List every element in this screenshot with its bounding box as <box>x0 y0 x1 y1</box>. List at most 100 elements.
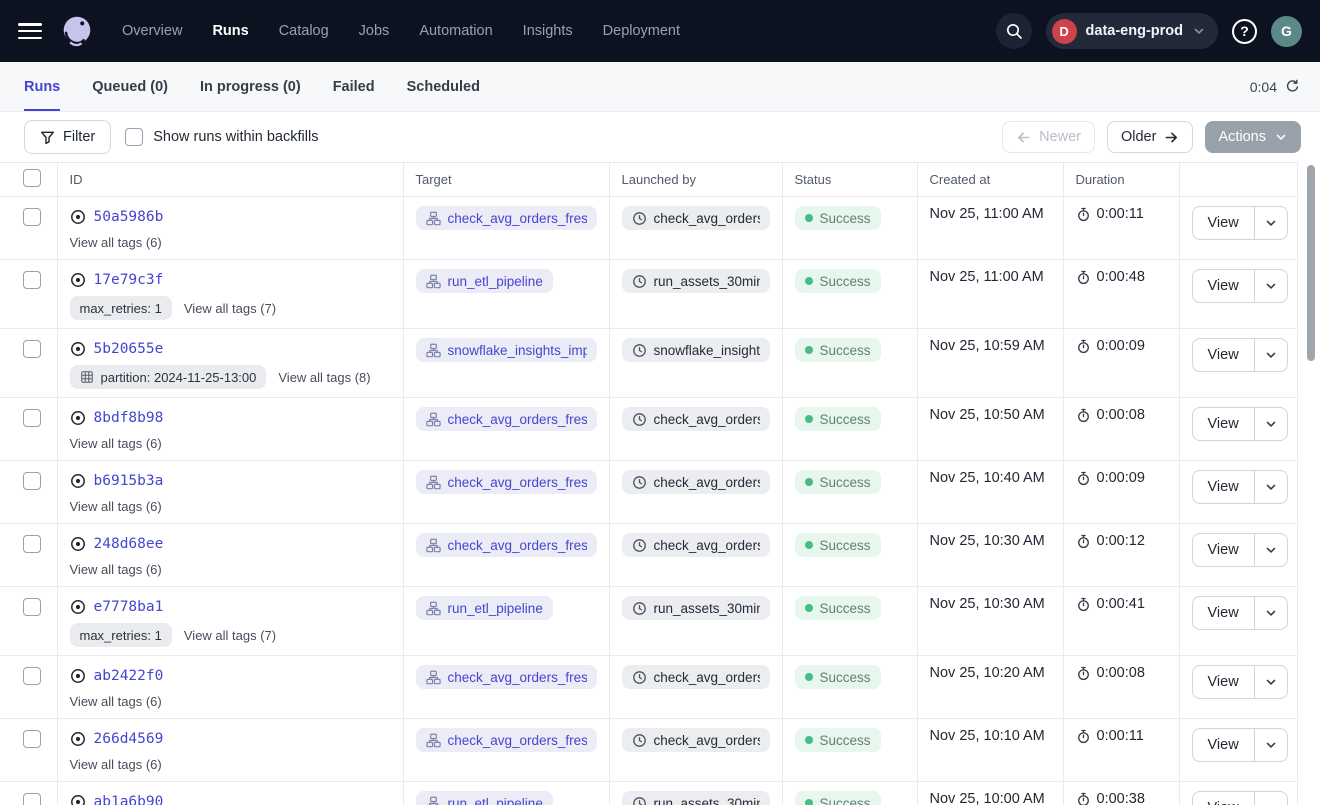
run-tag-pill[interactable]: max_retries: 1 <box>70 296 172 320</box>
target-chip[interactable]: snowflake_insights_import <box>416 338 597 362</box>
run-id-link[interactable]: 8bdf8b98 <box>94 410 164 426</box>
view-dropdown-button[interactable] <box>1254 471 1287 503</box>
view-button[interactable]: View <box>1193 339 1254 371</box>
nav-item-runs[interactable]: Runs <box>212 23 248 39</box>
row-checkbox[interactable] <box>23 472 41 490</box>
older-button[interactable]: Older <box>1107 121 1193 153</box>
row-checkbox[interactable] <box>23 535 41 553</box>
target-chip[interactable]: run_etl_pipeline <box>416 269 553 293</box>
nav-item-catalog[interactable]: Catalog <box>279 23 329 39</box>
dagster-logo-icon[interactable] <box>58 12 96 50</box>
row-checkbox[interactable] <box>23 271 41 289</box>
view-all-tags-link[interactable]: View all tags (6) <box>70 499 162 514</box>
run-tag-pill[interactable]: max_retries: 1 <box>70 623 172 647</box>
launched-by-chip[interactable]: check_avg_orders_f… <box>622 470 770 494</box>
target-chip[interactable]: check_avg_orders_freshne <box>416 407 597 431</box>
tab-failed[interactable]: Failed <box>333 62 375 111</box>
hamburger-menu-icon[interactable] <box>18 23 42 39</box>
view-dropdown-button[interactable] <box>1254 792 1287 805</box>
launched-by-chip[interactable]: run_assets_30min <box>622 791 770 805</box>
view-button[interactable]: View <box>1193 666 1254 698</box>
run-id-link[interactable]: b6915b3a <box>94 473 164 489</box>
select-all-checkbox[interactable] <box>23 169 41 187</box>
run-id-link[interactable]: 50a5986b <box>94 209 164 225</box>
view-button[interactable]: View <box>1193 207 1254 239</box>
view-all-tags-link[interactable]: View all tags (6) <box>70 694 162 709</box>
launched-by-chip[interactable]: run_assets_30min <box>622 269 770 293</box>
row-checkbox[interactable] <box>23 793 41 805</box>
actions-button-label: Actions <box>1218 129 1266 145</box>
view-all-tags-link[interactable]: View all tags (6) <box>70 757 162 772</box>
launched-by-chip[interactable]: check_avg_orders_f… <box>622 728 770 752</box>
nav-item-jobs[interactable]: Jobs <box>359 23 390 39</box>
run-tag-pill[interactable]: partition: 2024-11-25-13:00 <box>70 365 267 389</box>
target-chip[interactable]: check_avg_orders_freshne <box>416 470 597 494</box>
target-chip[interactable]: run_etl_pipeline <box>416 791 553 805</box>
tab-runs[interactable]: Runs <box>24 62 60 111</box>
run-id-link[interactable]: 5b20655e <box>94 341 164 357</box>
run-id-link[interactable]: e7778ba1 <box>94 599 164 615</box>
row-checkbox[interactable] <box>23 208 41 226</box>
help-icon[interactable]: ? <box>1232 19 1257 44</box>
launched-by-chip[interactable]: check_avg_orders_f… <box>622 665 770 689</box>
asset-graph-icon <box>426 538 441 553</box>
deployment-switcher[interactable]: D data-eng-prod <box>1046 13 1218 49</box>
run-id-link[interactable]: ab2422f0 <box>94 668 164 684</box>
user-avatar[interactable]: G <box>1271 16 1302 47</box>
launched-by-chip[interactable]: snowflake_insights_… <box>622 338 770 362</box>
target-chip[interactable]: check_avg_orders_freshne <box>416 665 597 689</box>
launched-by-chip[interactable]: check_avg_orders_f… <box>622 206 770 230</box>
target-chip[interactable]: check_avg_orders_freshne <box>416 728 597 752</box>
nav-item-deployment[interactable]: Deployment <box>603 23 680 39</box>
view-button[interactable]: View <box>1193 270 1254 302</box>
run-id-link[interactable]: 248d68ee <box>94 536 164 552</box>
tab-in-progress-0[interactable]: In progress (0) <box>200 62 301 111</box>
tab-queued-0[interactable]: Queued (0) <box>92 62 168 111</box>
row-checkbox[interactable] <box>23 667 41 685</box>
search-button[interactable] <box>996 13 1032 49</box>
view-button[interactable]: View <box>1193 729 1254 761</box>
view-dropdown-button[interactable] <box>1254 270 1287 302</box>
view-all-tags-link[interactable]: View all tags (6) <box>70 562 162 577</box>
target-chip[interactable]: check_avg_orders_freshne <box>416 533 597 557</box>
target-chip[interactable]: run_etl_pipeline <box>416 596 553 620</box>
target-chip[interactable]: check_avg_orders_freshne <box>416 206 597 230</box>
view-button[interactable]: View <box>1193 408 1254 440</box>
refresh-icon[interactable] <box>1285 79 1300 94</box>
actions-button[interactable]: Actions <box>1205 121 1301 153</box>
run-id-link[interactable]: 17e79c3f <box>94 272 164 288</box>
row-checkbox[interactable] <box>23 409 41 427</box>
nav-item-automation[interactable]: Automation <box>419 23 492 39</box>
newer-button[interactable]: Newer <box>1002 121 1095 153</box>
vertical-scrollbar-thumb[interactable] <box>1307 165 1315 361</box>
launched-by-chip[interactable]: run_assets_30min <box>622 596 770 620</box>
view-dropdown-button[interactable] <box>1254 408 1287 440</box>
view-all-tags-link[interactable]: View all tags (8) <box>278 370 370 385</box>
view-dropdown-button[interactable] <box>1254 729 1287 761</box>
view-dropdown-button[interactable] <box>1254 339 1287 371</box>
view-dropdown-button[interactable] <box>1254 534 1287 566</box>
view-all-tags-link[interactable]: View all tags (6) <box>70 235 162 250</box>
nav-item-insights[interactable]: Insights <box>523 23 573 39</box>
view-all-tags-link[interactable]: View all tags (7) <box>184 628 276 643</box>
launched-by-chip[interactable]: check_avg_orders_f… <box>622 533 770 557</box>
row-checkbox[interactable] <box>23 598 41 616</box>
view-dropdown-button[interactable] <box>1254 597 1287 629</box>
run-id-link[interactable]: 266d4569 <box>94 731 164 747</box>
view-button[interactable]: View <box>1193 792 1254 805</box>
view-dropdown-button[interactable] <box>1254 666 1287 698</box>
filter-button[interactable]: Filter <box>24 120 111 154</box>
view-button[interactable]: View <box>1193 597 1254 629</box>
launched-by-chip[interactable]: check_avg_orders_f… <box>622 407 770 431</box>
view-button[interactable]: View <box>1193 471 1254 503</box>
tab-scheduled[interactable]: Scheduled <box>407 62 480 111</box>
show-backfills-checkbox[interactable] <box>125 128 143 146</box>
view-dropdown-button[interactable] <box>1254 207 1287 239</box>
row-checkbox[interactable] <box>23 340 41 358</box>
view-button[interactable]: View <box>1193 534 1254 566</box>
row-checkbox[interactable] <box>23 730 41 748</box>
view-all-tags-link[interactable]: View all tags (7) <box>184 301 276 316</box>
nav-item-overview[interactable]: Overview <box>122 23 182 39</box>
view-all-tags-link[interactable]: View all tags (6) <box>70 436 162 451</box>
run-id-link[interactable]: ab1a6b90 <box>94 794 164 805</box>
